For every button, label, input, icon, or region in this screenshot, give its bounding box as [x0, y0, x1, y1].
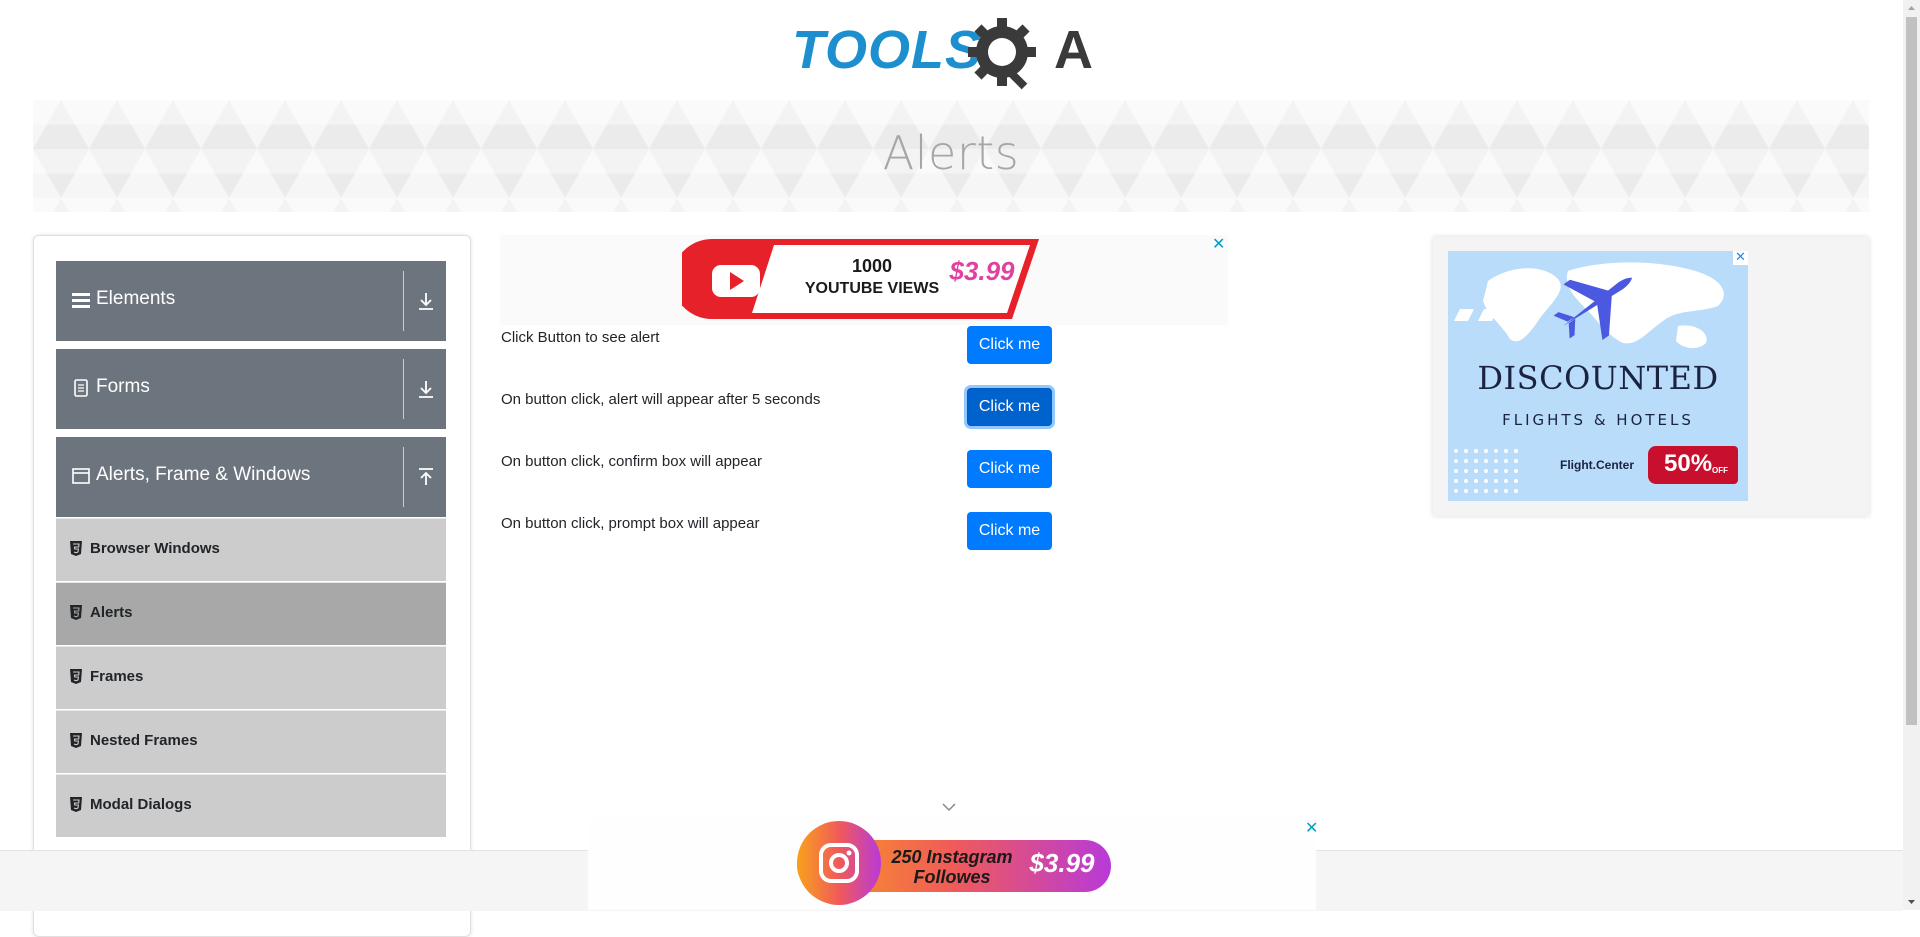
sidebar-item-browser-windows[interactable]: Browser Windows: [56, 518, 446, 581]
ad-price: $3.99: [1028, 848, 1095, 878]
page-banner: Alerts: [33, 100, 1869, 212]
group-label: Elements: [96, 288, 176, 309]
bottom-ad-banner[interactable]: 250 Instagram Followes $3.99 ✕: [588, 818, 1318, 910]
download-arrow-icon[interactable]: [418, 380, 434, 398]
group-divider: [403, 447, 404, 507]
sidebar-item-label: Alerts: [90, 604, 133, 621]
chevron-down-icon[interactable]: [941, 802, 957, 812]
ad-brand: Flight.Center: [1560, 458, 1634, 472]
ad-price: $3.99: [948, 256, 1015, 286]
html5-icon: [70, 605, 82, 620]
dots-pattern-graphic: [1454, 449, 1518, 493]
ad-subtitle: FLIGHTS & HOTELS: [1502, 411, 1694, 429]
alert-row-text: Click Button to see alert: [501, 329, 660, 346]
top-ad-banner[interactable]: 1000 YOUTUBE VIEWS $3.99 ✕: [500, 235, 1228, 325]
close-icon[interactable]: ✕: [1212, 234, 1225, 254]
download-arrow-icon[interactable]: [418, 292, 434, 310]
sidebar-item-label: Nested Frames: [90, 732, 198, 749]
prompt-button[interactable]: Click me: [967, 512, 1052, 550]
group-header-forms[interactable]: Forms: [56, 349, 446, 429]
upload-arrow-icon[interactable]: [418, 468, 434, 486]
sidebar-item-alerts[interactable]: Alerts: [56, 582, 446, 645]
sidebar-item-nested-frames[interactable]: Nested Frames: [56, 710, 446, 773]
html5-icon: [70, 541, 82, 556]
html5-icon: [70, 797, 82, 812]
group-divider: [403, 359, 404, 419]
scrollbar-thumb[interactable]: [1906, 17, 1917, 725]
sidebar-item-label: Frames: [90, 668, 144, 685]
toolsqa-logo[interactable]: TOOLS A: [792, 14, 1116, 92]
html5-icon: [70, 669, 82, 684]
confirm-button[interactable]: Click me: [967, 450, 1052, 488]
ad-line1: 250 Instagram: [890, 847, 1012, 867]
sidebar-item-label: Browser Windows: [90, 540, 220, 557]
sidebar-item-modal-dialogs[interactable]: Modal Dialogs: [56, 774, 446, 837]
timer-alert-row-text: On button click, alert will appear after…: [501, 391, 821, 408]
scroll-up-arrow-icon[interactable]: [1903, 0, 1920, 17]
instagram-icon: [797, 821, 881, 905]
group-header-alerts-frame-windows[interactable]: Alerts, Frame & Windows: [56, 437, 446, 517]
discount-tag: 50% OFF: [1648, 446, 1738, 484]
group-divider: [403, 271, 404, 331]
confirm-row-text: On button click, confirm box will appear: [501, 453, 762, 470]
page-title: Alerts: [882, 126, 1020, 180]
right-ad-banner[interactable]: DISCOUNTED FLIGHTS & HOTELS Flight.Cente…: [1433, 237, 1869, 516]
html5-icon: [70, 733, 82, 748]
vertical-scrollbar[interactable]: [1903, 0, 1920, 910]
ad-line2: Followes: [913, 867, 990, 887]
ad-line1: 1000: [852, 256, 892, 276]
discount-percent: 50%: [1664, 450, 1713, 477]
discount-off: OFF: [1712, 466, 1728, 475]
timer-alert-button[interactable]: Click me: [967, 388, 1052, 426]
alert-button[interactable]: Click me: [967, 326, 1052, 364]
prompt-row-text: On button click, prompt box will appear: [501, 515, 760, 532]
stripes-graphic: [1454, 309, 1522, 321]
instagram-ad-graphic[interactable]: 250 Instagram Followes $3.99: [797, 820, 1113, 906]
logo-text-tools: TOOLS: [792, 20, 982, 80]
close-icon[interactable]: ✕: [1733, 251, 1748, 265]
hamburger-icon: [72, 293, 90, 308]
ad-line2: YOUTUBE VIEWS: [805, 280, 940, 297]
youtube-ad-graphic[interactable]: 1000 YOUTUBE VIEWS $3.99: [682, 237, 1042, 323]
logo-text-a: A: [1054, 20, 1093, 80]
document-icon: [74, 379, 88, 397]
ad-title: DISCOUNTED: [1477, 359, 1719, 397]
group-label: Alerts, Frame & Windows: [96, 464, 311, 485]
group-header-elements[interactable]: Elements: [56, 261, 446, 341]
world-map-graphic: [1483, 262, 1724, 349]
sidebar-item-label: Modal Dialogs: [90, 796, 192, 813]
group-label: Forms: [96, 376, 150, 397]
window-icon: [72, 468, 90, 484]
flight-ad[interactable]: DISCOUNTED FLIGHTS & HOTELS Flight.Cente…: [1448, 251, 1748, 501]
scroll-down-arrow-icon[interactable]: [1903, 893, 1920, 910]
close-icon[interactable]: ✕: [1305, 818, 1318, 838]
sidebar-item-frames[interactable]: Frames: [56, 646, 446, 709]
left-sidebar: Elements Forms Alerts, Frame & Windows B…: [33, 235, 471, 937]
